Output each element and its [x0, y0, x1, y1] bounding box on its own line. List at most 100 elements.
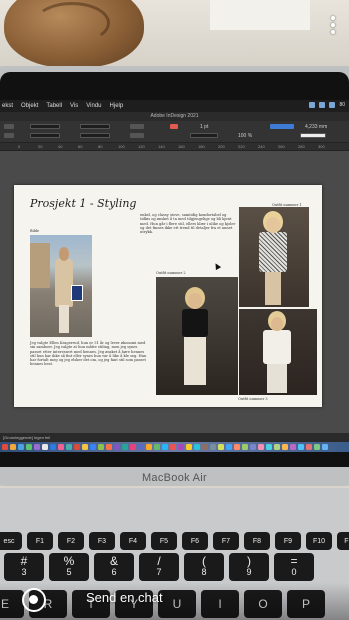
- key-&[interactable]: & 6: [94, 553, 134, 581]
- outfit-1-photo[interactable]: [239, 207, 309, 307]
- dock-app-icon[interactable]: [258, 444, 264, 450]
- dock-app-icon[interactable]: [234, 444, 240, 450]
- menu-item-object[interactable]: Objekt: [21, 103, 38, 109]
- menu-item-text[interactable]: ekst: [2, 103, 13, 109]
- dock-app-icon[interactable]: [282, 444, 288, 450]
- zoom-level[interactable]: 100 %: [238, 133, 252, 139]
- object-style-select[interactable]: [300, 133, 326, 138]
- dock-app-icon[interactable]: [90, 444, 96, 450]
- key-)[interactable]: ) 9: [229, 553, 269, 581]
- align-buttons[interactable]: [270, 124, 294, 129]
- dock-app-icon[interactable]: [274, 444, 280, 450]
- dock-app-icon[interactable]: [114, 444, 120, 450]
- horizontal-ruler: 0 20 40 60 80 100 120 140 160 180 200 220 240 260 280 3…: [0, 143, 349, 151]
- key-f8[interactable]: F8: [244, 532, 270, 550]
- stroke-weight[interactable]: 1 pt: [200, 124, 208, 130]
- dock-app-icon[interactable]: [306, 444, 312, 450]
- dock-app-icon[interactable]: [202, 444, 208, 450]
- fill-swatch[interactable]: [170, 124, 178, 129]
- dock-app-icon[interactable]: [66, 444, 72, 450]
- ruler-tick: 180: [198, 144, 205, 149]
- stroke-style-select[interactable]: [190, 133, 218, 138]
- y-field[interactable]: [30, 133, 60, 138]
- tool-button[interactable]: [4, 124, 14, 129]
- measure-field[interactable]: 4,233 mm: [305, 124, 327, 130]
- key-f1[interactable]: F1: [27, 532, 53, 550]
- street-photo[interactable]: [30, 235, 92, 337]
- dock-app-icon[interactable]: [26, 444, 32, 450]
- width-field[interactable]: [80, 124, 110, 129]
- dock-app-icon[interactable]: [146, 444, 152, 450]
- key-=[interactable]: = 0: [274, 553, 314, 581]
- dock-app-icon[interactable]: [42, 444, 48, 450]
- dock-app-icon[interactable]: [106, 444, 112, 450]
- dock-app-icon[interactable]: [122, 444, 128, 450]
- dock-app-icon[interactable]: [186, 444, 192, 450]
- dock-app-icon[interactable]: [218, 444, 224, 450]
- key-f3[interactable]: F3: [89, 532, 115, 550]
- dock-app-icon[interactable]: [266, 444, 272, 450]
- dock-app-icon[interactable]: [10, 444, 16, 450]
- dock-app-icon[interactable]: [154, 444, 160, 450]
- dock-app-icon[interactable]: [162, 444, 168, 450]
- wifi-icon[interactable]: [319, 102, 326, 108]
- x-field[interactable]: [30, 124, 60, 129]
- dock-app-icon[interactable]: [290, 444, 296, 450]
- dock-app-icon[interactable]: [18, 444, 24, 450]
- search-icon[interactable]: [329, 102, 336, 108]
- dock-app-icon[interactable]: [298, 444, 304, 450]
- key-f11[interactable]: F11: [337, 532, 349, 550]
- key-f4[interactable]: F4: [120, 532, 146, 550]
- body-text-left[interactable]: Jeg valgte Ellen Kragerrud, hun er 31 år…: [30, 341, 150, 367]
- camera-icon[interactable]: [22, 588, 46, 612]
- dock-app-icon[interactable]: [226, 444, 232, 450]
- hair-bun: [4, 0, 144, 68]
- menu-item-table[interactable]: Tabell: [46, 103, 62, 109]
- key-f6[interactable]: F6: [182, 532, 208, 550]
- key-f2[interactable]: F2: [58, 532, 84, 550]
- dock-app-icon[interactable]: [2, 444, 8, 450]
- dock-app-icon[interactable]: [314, 444, 320, 450]
- outfit-3-photo[interactable]: [239, 309, 317, 395]
- key-f9[interactable]: F9: [275, 532, 301, 550]
- key-/[interactable]: /7: [139, 553, 179, 581]
- outfit-2-photo[interactable]: [156, 277, 238, 395]
- tool-button[interactable]: [4, 133, 14, 138]
- key-([interactable]: (8: [184, 553, 224, 581]
- document-page[interactable]: Prosjekt 1 - Styling Bilde Jeg valgte El…: [14, 185, 322, 407]
- dock-app-icon[interactable]: [34, 444, 40, 450]
- dock-app-icon[interactable]: [242, 444, 248, 450]
- menu-item-view[interactable]: Vis: [70, 103, 78, 109]
- dock-app-icon[interactable]: [194, 444, 200, 450]
- height-field[interactable]: [80, 133, 110, 138]
- key-#[interactable]: #3: [4, 553, 44, 581]
- dock-app-icon[interactable]: [58, 444, 64, 450]
- dock-app-icon[interactable]: [210, 444, 216, 450]
- menu-bar: ekst Objekt Tabell Vis Vindu Hjelp 80: [0, 100, 349, 112]
- dock-app-icon[interactable]: [138, 444, 144, 450]
- ruler-tick: 280: [298, 144, 305, 149]
- dock-app-icon[interactable]: [74, 444, 80, 450]
- rotate-button[interactable]: [130, 133, 144, 138]
- dock-app-icon[interactable]: [98, 444, 104, 450]
- dock-app-icon[interactable]: [50, 444, 56, 450]
- body-text-right[interactable]: enkel, og classy stove, samtidig komfort…: [140, 213, 236, 234]
- ruler-tick: 300: [318, 144, 325, 149]
- key-%[interactable]: % 5: [49, 553, 89, 581]
- send-chat-input[interactable]: Send en chat: [86, 590, 163, 605]
- dock-app-icon[interactable]: [250, 444, 256, 450]
- dock-app-icon[interactable]: [130, 444, 136, 450]
- dock-app-icon[interactable]: [170, 444, 176, 450]
- more-options-icon[interactable]: [331, 16, 335, 37]
- key-esc[interactable]: esc: [0, 532, 22, 550]
- dock-app-icon[interactable]: [82, 444, 88, 450]
- dock-app-icon[interactable]: [178, 444, 184, 450]
- key-f5[interactable]: F5: [151, 532, 177, 550]
- key-f10[interactable]: F10: [306, 532, 332, 550]
- status-icon[interactable]: [309, 102, 316, 108]
- dock-app-icon[interactable]: [322, 444, 328, 450]
- menu-item-help[interactable]: Hjelp: [110, 103, 124, 109]
- menu-item-window[interactable]: Vindu: [86, 103, 101, 109]
- key-f7[interactable]: F7: [213, 532, 239, 550]
- scale-button[interactable]: [130, 124, 144, 129]
